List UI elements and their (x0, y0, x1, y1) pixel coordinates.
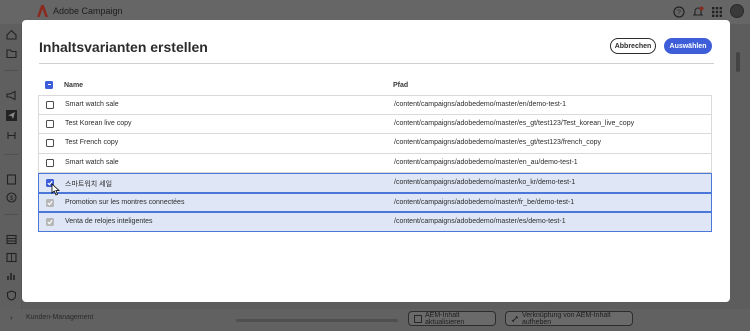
row-name: Test Korean live copy (65, 119, 132, 127)
chart-icon[interactable] (6, 270, 17, 281)
dialog-title: Inhaltsvarianten erstellen (39, 39, 208, 55)
row-checkbox[interactable] (46, 139, 54, 147)
content-table: Name Pfad Smart watch sale/content/campa… (38, 76, 712, 232)
horizontal-scrollbar[interactable] (236, 319, 398, 322)
select-button[interactable]: Auswählen (664, 38, 712, 54)
row-name: Promotion sur les montres connectées (65, 198, 185, 206)
table-row[interactable]: Test Korean live copy/content/campaigns/… (38, 114, 712, 134)
table-row[interactable]: Smart watch sale/content/campaigns/adobe… (38, 153, 712, 173)
left-rail: $ (0, 24, 22, 331)
row-path: /content/campaigns/adobedemo/master/es_g… (394, 119, 635, 127)
table-row[interactable]: Smart watch sale/content/campaigns/adobe… (38, 95, 712, 115)
table-row[interactable]: Venta de relojes inteligentes/content/ca… (38, 212, 712, 232)
apps-grid-icon[interactable] (711, 6, 723, 18)
table-row[interactable]: Promotion sur les montres connectées/con… (38, 192, 712, 212)
vertical-scrollbar[interactable] (736, 52, 740, 72)
column-header-name[interactable]: Name (64, 82, 83, 89)
select-all-checkbox[interactable] (45, 81, 53, 89)
table-header: Name Pfad (38, 76, 712, 95)
row-path: /content/campaigns/adobedemo/master/fr_b… (394, 198, 575, 206)
row-name: Smart watch sale (65, 101, 119, 108)
row-path: /content/campaigns/adobedemo/master/es_g… (394, 139, 602, 146)
refresh-icon (414, 315, 422, 323)
flow-icon[interactable] (6, 130, 17, 141)
row-path: /content/campaigns/adobedemo/master/en/d… (394, 101, 566, 108)
table-icon-2[interactable] (6, 252, 17, 263)
row-name: 스마트워치 세일 (65, 181, 113, 188)
row-checkbox[interactable] (46, 158, 54, 167)
row-checkbox[interactable] (46, 119, 54, 128)
row-checkbox (46, 218, 54, 226)
check-icon (47, 200, 53, 205)
megaphone-icon[interactable] (6, 90, 17, 101)
table-row[interactable]: Test French copy/content/campaigns/adobe… (38, 134, 712, 154)
shield-icon[interactable] (6, 290, 17, 301)
update-aem-content-button[interactable]: AEM-Inhalt aktualisieren (408, 311, 496, 326)
table-row[interactable]: 스마트워치 세일/content/campaigns/adobedemo/mas… (38, 173, 712, 193)
row-checkbox (46, 198, 54, 207)
bell-icon[interactable] (692, 6, 704, 18)
unlink-icon (511, 315, 519, 323)
dollar-icon[interactable]: $ (6, 192, 17, 203)
home-icon[interactable] (6, 29, 17, 40)
adobe-logo-icon (37, 5, 48, 17)
row-path: /content/campaigns/adobedemo/master/es/d… (394, 218, 566, 225)
report-icon[interactable] (6, 174, 17, 185)
app-title: Adobe Campaign (53, 6, 123, 16)
row-name: Venta de relojes inteligentes (65, 218, 153, 225)
row-name: Smart watch sale (65, 158, 119, 166)
send-icon[interactable] (6, 110, 17, 121)
divider (39, 63, 714, 64)
breadcrumb[interactable]: Kunden-Management (26, 314, 93, 321)
unlink-aem-content-button[interactable]: Verknüpfung von AEM-Inhalt aufheben (505, 311, 633, 326)
cancel-button[interactable]: Abbrechen (610, 38, 656, 54)
avatar[interactable] (730, 4, 744, 18)
column-header-path[interactable]: Pfad (393, 82, 408, 89)
row-path: /content/campaigns/adobedemo/master/ko_k… (394, 179, 576, 186)
create-variants-dialog: Inhaltsvarianten erstellen Abbrechen Aus… (22, 20, 730, 302)
help-icon[interactable]: ? (673, 6, 685, 18)
check-icon (47, 219, 53, 225)
chevron-right-icon[interactable]: › (10, 313, 13, 322)
table-icon[interactable] (6, 234, 17, 245)
mouse-cursor-icon (51, 183, 60, 196)
row-path: /content/campaigns/adobedemo/master/en_a… (394, 158, 578, 166)
table-body: Smart watch sale/content/campaigns/adobe… (38, 95, 712, 232)
row-checkbox[interactable] (46, 101, 54, 109)
svg-text:?: ? (677, 10, 681, 17)
folder-icon[interactable] (6, 48, 17, 59)
row-name: Test French copy (65, 139, 119, 146)
